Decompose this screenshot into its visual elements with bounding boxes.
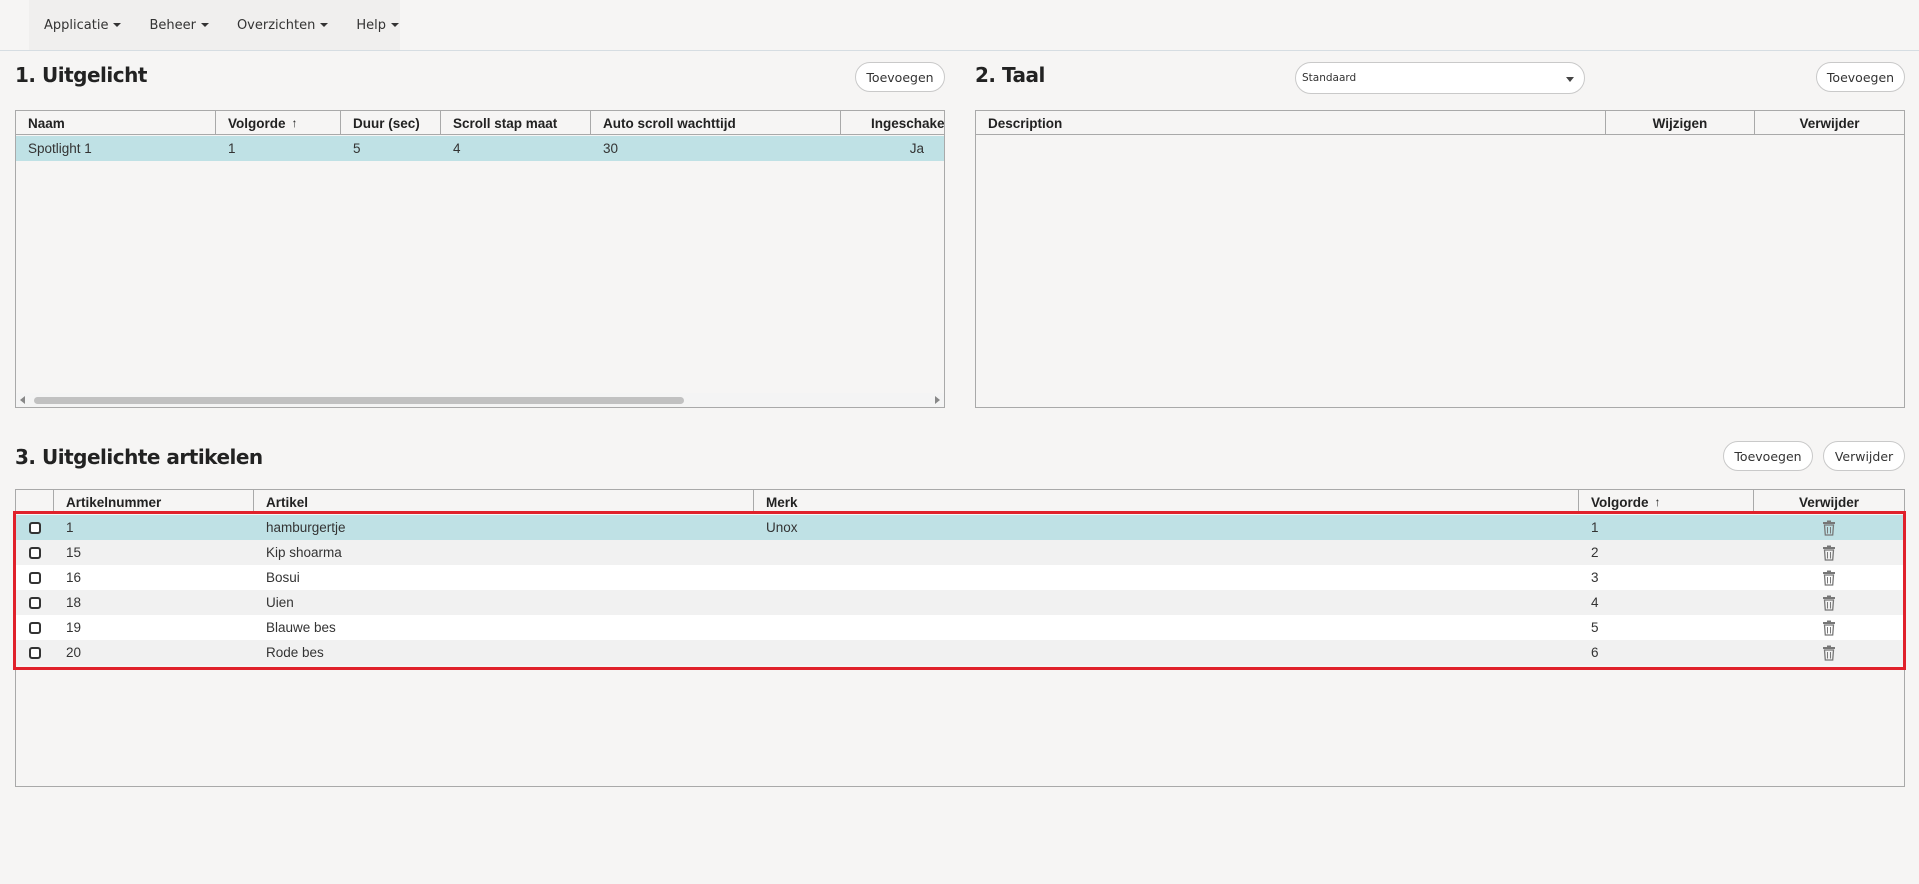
scroll-right-icon[interactable] <box>935 396 940 404</box>
section-2-title: 2. Taal <box>975 63 1045 87</box>
menu-label: Applicatie <box>44 17 109 33</box>
col-volgorde[interactable]: Volgorde ↑ <box>216 111 341 135</box>
menu-applicatie[interactable]: Applicatie <box>44 17 122 33</box>
header-label: Ingeschakeld <box>871 115 945 131</box>
header-label: Wijzigen <box>1652 115 1708 131</box>
top-navigation-bar: Applicatie Beheer Overzichten Help <box>0 0 1919 51</box>
caret-down-icon <box>1566 77 1574 82</box>
header-label: Scroll stap maat <box>453 115 558 131</box>
cell-wachttijd: 30 <box>603 141 619 156</box>
arrow-up-icon: ↑ <box>291 116 298 130</box>
header-label: Artikelnummer <box>66 494 162 510</box>
language-selected-value: Standaard <box>1302 72 1357 84</box>
col-verwijder[interactable]: Verwijder <box>1755 111 1904 135</box>
language-select[interactable]: Standaard <box>1295 62 1585 94</box>
grid-header: Description Wijzigen Verwijder <box>976 111 1904 135</box>
col-description[interactable]: Description <box>976 111 1606 135</box>
header-label: Merk <box>766 494 798 510</box>
header-label: Description <box>988 115 1063 131</box>
header-label: Verwijder <box>1799 115 1860 131</box>
header-label: Naam <box>28 115 65 131</box>
menu-overzichten[interactable]: Overzichten <box>236 17 329 33</box>
cell-volgorde: 1 <box>228 141 236 156</box>
caret-down-icon <box>391 23 400 27</box>
cell-ingeschakeld: Ja <box>909 141 924 156</box>
header-label: Volgorde <box>1591 494 1649 510</box>
col-wachttijd[interactable]: Auto scroll wachttijd <box>591 111 841 135</box>
menu-label: Help <box>356 17 387 33</box>
menu-help[interactable]: Help <box>356 17 400 33</box>
section-3-delete-button[interactable]: Verwijder <box>1823 441 1905 471</box>
header-label: Volgorde <box>228 115 286 131</box>
caret-down-icon <box>320 23 329 27</box>
section-3-add-button[interactable]: Toevoegen <box>1723 441 1813 471</box>
main-menu: Applicatie Beheer Overzichten Help <box>29 0 400 50</box>
col-wijzigen[interactable]: Wijzigen <box>1606 111 1755 135</box>
cell-scroll-stap: 4 <box>453 141 461 156</box>
section-1-add-button[interactable]: Toevoegen <box>855 62 945 92</box>
grid-header: Naam Volgorde ↑ Duur (sec) Scroll stap ma… <box>16 111 945 135</box>
col-ingeschakeld[interactable]: Ingeschakeld <box>841 111 945 135</box>
table-row[interactable]: Spotlight 1 1 5 4 30 Ja <box>16 136 944 161</box>
col-naam[interactable]: Naam <box>16 111 216 135</box>
menu-beheer[interactable]: Beheer <box>149 18 209 33</box>
caret-down-icon <box>200 23 209 27</box>
header-label: Verwijder <box>1798 494 1860 510</box>
cell-naam: Spotlight 1 <box>28 141 92 156</box>
menu-label: Beheer <box>149 17 196 33</box>
language-grid: Description Wijzigen Verwijder <box>975 110 1905 408</box>
scroll-left-icon[interactable] <box>20 396 25 404</box>
spotlight-grid: Naam Volgorde ↑ Duur (sec) Scroll stap ma… <box>15 110 945 408</box>
arrow-up-icon: ↑ <box>1654 495 1661 509</box>
header-label: Auto scroll wachttijd <box>603 115 736 131</box>
highlight-box <box>13 511 1906 670</box>
cell-duur: 5 <box>353 141 361 156</box>
col-scroll-stap[interactable]: Scroll stap maat <box>441 111 591 135</box>
horizontal-scrollbar[interactable] <box>16 393 944 407</box>
menu-label: Overzichten <box>236 17 316 33</box>
caret-down-icon <box>113 23 122 27</box>
header-label: Artikel <box>266 494 309 510</box>
section-2-add-button[interactable]: Toevoegen <box>1816 62 1905 92</box>
section-3-title: 3. Uitgelichte artikelen <box>15 445 263 469</box>
section-1-title: 1. Uitgelicht <box>15 63 147 87</box>
scrollbar-thumb[interactable] <box>34 397 684 404</box>
col-duur[interactable]: Duur (sec) <box>341 111 441 135</box>
header-label: Duur (sec) <box>353 115 420 131</box>
